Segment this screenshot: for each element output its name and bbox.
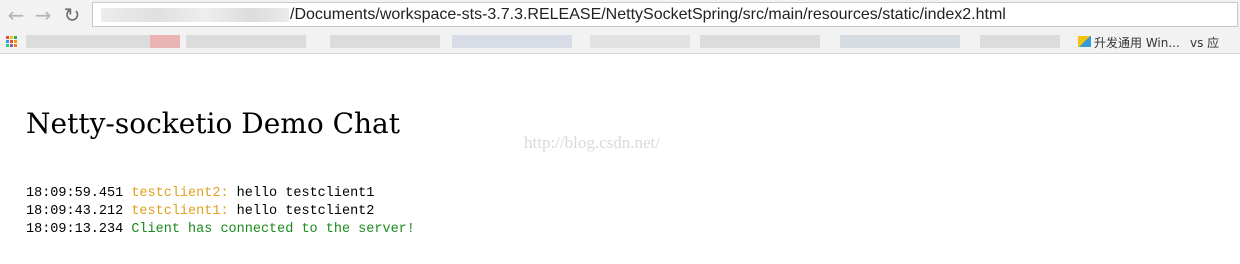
redacted-bookmark[interactable]	[150, 35, 180, 48]
back-button[interactable]: ←	[4, 3, 28, 27]
message-list: 18:09:59.451 testclient2: hello testclie…	[26, 185, 415, 239]
folder-icon	[1078, 36, 1091, 47]
message-row: 18:09:13.234 Client has connected to the…	[26, 221, 415, 239]
forward-button[interactable]: →	[31, 3, 55, 27]
redacted-bookmark[interactable]	[980, 35, 1060, 48]
bookmarks-bar: 升发通用 Win... vs 应	[0, 30, 1240, 54]
message-text: hello testclient1	[236, 186, 375, 201]
redacted-bookmark[interactable]	[186, 35, 306, 48]
redacted-bookmark[interactable]	[590, 35, 690, 48]
apps-dot	[14, 44, 17, 47]
watermark: http://blog.csdn.net/	[524, 133, 660, 152]
page-content: Netty-socketio Demo Chat http://blog.csd…	[0, 55, 1240, 264]
message-time: 18:09:13.234	[26, 222, 124, 237]
reload-icon: ↻	[63, 3, 81, 27]
apps-dot	[14, 40, 17, 43]
address-bar[interactable]: /Documents/workspace-sts-3.7.3.RELEASE/N…	[92, 2, 1238, 27]
message-username: testclient1:	[131, 204, 229, 219]
message-time: 18:09:43.212	[26, 204, 124, 219]
message-time: 18:09:59.451	[26, 186, 124, 201]
redacted-bookmark[interactable]	[840, 35, 960, 48]
apps-dot	[10, 40, 13, 43]
bookmark-label[interactable]: 升发通用 Win...	[1094, 34, 1180, 51]
arrow-left-icon: ←	[7, 3, 25, 27]
apps-dot	[6, 44, 9, 47]
message-text: hello testclient2	[236, 204, 375, 219]
redacted-bookmark[interactable]	[330, 35, 440, 48]
redacted-bookmark[interactable]	[700, 35, 820, 48]
message-username: testclient2:	[131, 186, 229, 201]
apps-dot	[14, 36, 17, 39]
apps-dot	[10, 44, 13, 47]
redacted-url-prefix	[101, 8, 289, 22]
apps-dot	[10, 36, 13, 39]
message-row: 18:09:43.212 testclient1: hello testclie…	[26, 203, 415, 221]
message-row: 18:09:59.451 testclient2: hello testclie…	[26, 185, 415, 203]
address-url: /Documents/workspace-sts-3.7.3.RELEASE/N…	[290, 6, 1006, 23]
apps-icon[interactable]	[6, 36, 18, 48]
redacted-bookmark[interactable]	[26, 35, 156, 48]
arrow-right-icon: →	[34, 3, 52, 27]
redacted-bookmark[interactable]	[452, 35, 572, 48]
apps-dot	[6, 40, 9, 43]
apps-dot	[6, 36, 9, 39]
system-message: Client has connected to the server!	[131, 222, 415, 237]
bookmark-label[interactable]: vs 应	[1190, 34, 1219, 51]
browser-toolbar: ← → ↻ /Documents/workspace-sts-3.7.3.REL…	[0, 0, 1240, 30]
page-title: Netty-socketio Demo Chat	[26, 107, 400, 140]
reload-button[interactable]: ↻	[60, 3, 84, 27]
